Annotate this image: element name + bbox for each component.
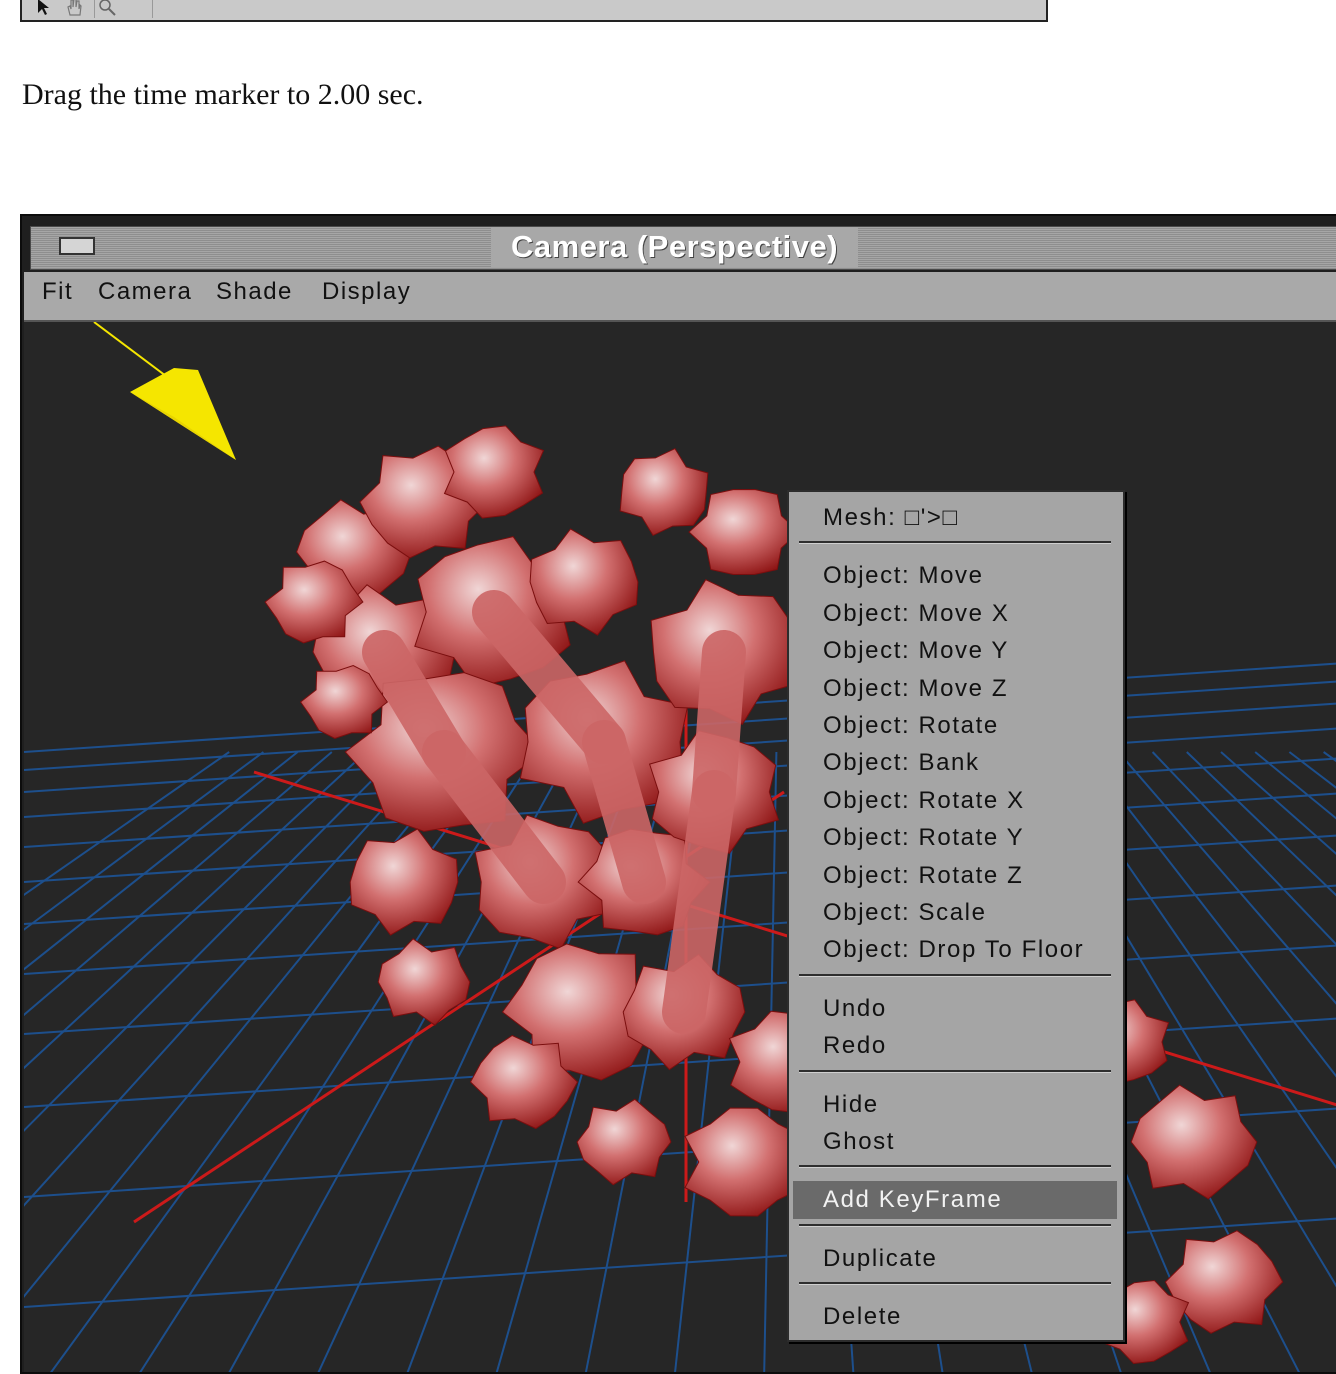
title-bar[interactable]: Camera (Perspective) xyxy=(30,226,1336,270)
object-blob xyxy=(377,938,471,1026)
3d-viewport[interactable] xyxy=(24,322,1336,1372)
context-menu-item[interactable]: Mesh: □'>□ xyxy=(823,500,959,536)
context-menu-item[interactable]: Object: Move Z xyxy=(823,671,1008,707)
camera-window: Camera (Perspective) Fit Camera Shade Di… xyxy=(20,214,1336,1374)
context-menu-item[interactable]: Delete xyxy=(823,1299,902,1335)
hand-tool-icon[interactable] xyxy=(62,0,86,18)
menu-display[interactable]: Display xyxy=(322,278,411,306)
context-menu-item[interactable]: Object: Move Y xyxy=(823,633,1009,669)
scene-canvas xyxy=(24,322,1336,1372)
menu-separator xyxy=(799,1223,1111,1227)
object-blob xyxy=(349,828,459,936)
top-toolbar xyxy=(20,0,1048,22)
menu-separator xyxy=(799,1282,1111,1286)
object-blob xyxy=(619,447,709,537)
context-menu-item[interactable]: Object: Rotate Y xyxy=(823,820,1024,856)
menu-bar: Fit Camera Shade Display xyxy=(24,272,1336,322)
zoom-tool-icon[interactable] xyxy=(94,0,119,18)
grid-line xyxy=(24,751,401,1132)
context-menu-item[interactable]: Add KeyFrame xyxy=(823,1182,1002,1218)
menu-fit[interactable]: Fit xyxy=(42,278,73,306)
menu-separator xyxy=(799,1165,1111,1169)
menu-camera[interactable]: Camera xyxy=(98,278,192,306)
object-branch xyxy=(662,770,736,1034)
menu-separator xyxy=(799,541,1111,545)
grid-line xyxy=(24,751,333,1017)
context-menu-item[interactable]: Object: Rotate X xyxy=(823,783,1025,819)
context-menu-item[interactable]: Object: Rotate xyxy=(823,708,999,744)
context-menu: Mesh: □'>□ Object: Move Object: Move X Obje… xyxy=(787,490,1125,1342)
light-icon xyxy=(130,368,236,460)
context-menu-item[interactable]: Redo xyxy=(823,1028,887,1064)
context-menu-item[interactable]: Undo xyxy=(823,991,887,1027)
context-menu-item[interactable]: Object: Move xyxy=(823,558,984,594)
menu-separator xyxy=(799,973,1111,977)
grid-line xyxy=(24,751,367,1070)
context-menu-item[interactable]: Object: Bank xyxy=(823,745,980,781)
object-blob xyxy=(529,528,639,636)
context-menu-item[interactable]: Object: Move X xyxy=(823,596,1009,632)
pointer-tool-icon[interactable] xyxy=(32,0,56,18)
window-title: Camera (Perspective) xyxy=(491,227,859,267)
context-menu-item[interactable]: Duplicate xyxy=(823,1241,937,1277)
grid-line xyxy=(139,751,538,1372)
object-blob xyxy=(576,1098,672,1186)
light-line xyxy=(93,322,175,383)
object-blob xyxy=(1130,1084,1258,1200)
context-menu-item[interactable]: Object: Scale xyxy=(823,895,987,931)
toolbar-divider xyxy=(152,0,153,18)
window-close-box[interactable] xyxy=(59,237,95,255)
menu-separator xyxy=(799,1069,1111,1073)
context-menu-item[interactable]: Object: Rotate Z xyxy=(823,858,1023,894)
context-menu-item[interactable]: Hide xyxy=(823,1087,879,1123)
menu-shade[interactable]: Shade xyxy=(216,278,293,306)
grid-line xyxy=(1288,751,1336,789)
context-menu-item[interactable]: Ghost xyxy=(823,1124,895,1160)
context-menu-item[interactable]: Object: Drop To Floor xyxy=(823,932,1084,968)
instruction-text: Drag the time marker to 2.00 sec. xyxy=(22,78,424,111)
object-blob xyxy=(1164,1230,1284,1334)
